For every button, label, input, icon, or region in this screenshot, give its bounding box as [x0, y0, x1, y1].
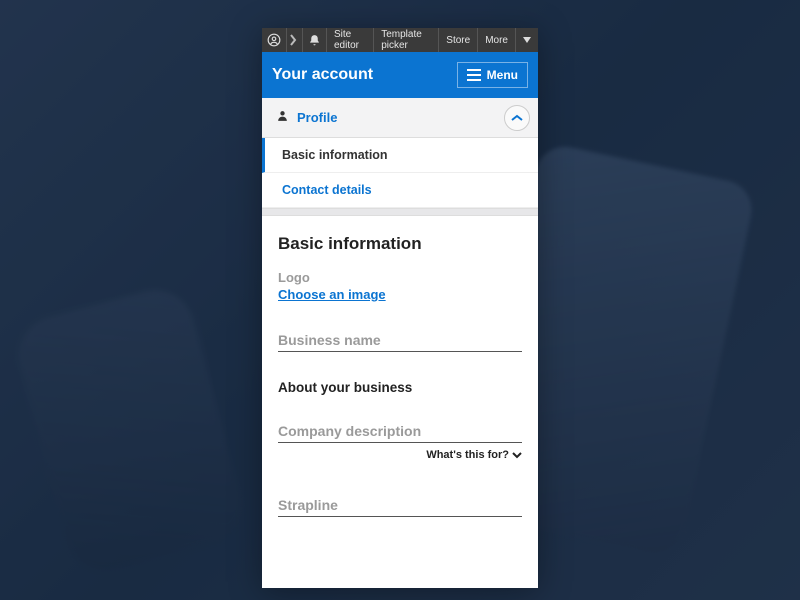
logo-label: Logo [278, 270, 522, 285]
subnav-contact-details[interactable]: Contact details [262, 173, 538, 208]
business-name-input[interactable] [278, 330, 522, 352]
menu-button-label: Menu [487, 68, 518, 82]
subnav-basic-information[interactable]: Basic information [262, 138, 538, 173]
topbar-more[interactable]: More [478, 28, 516, 52]
form-heading: Basic information [278, 234, 522, 254]
topbar-store[interactable]: Store [439, 28, 478, 52]
more-dropdown-caret-icon[interactable] [516, 28, 538, 52]
company-description-input[interactable] [278, 421, 522, 443]
page-title: Your account [272, 66, 373, 84]
topbar-site-editor[interactable]: Site editor [327, 28, 374, 52]
divider [262, 208, 538, 216]
notifications-icon[interactable] [303, 28, 327, 52]
menu-button[interactable]: Menu [457, 62, 528, 88]
choose-image-link[interactable]: Choose an image [278, 287, 386, 302]
section-profile[interactable]: Profile [262, 98, 538, 138]
topbar-template-picker[interactable]: Template picker [374, 28, 439, 52]
person-icon [276, 109, 289, 127]
whats-this-label: What's this for? [426, 449, 509, 461]
about-heading: About your business [278, 380, 522, 395]
strapline-input[interactable] [278, 495, 522, 517]
account-icon[interactable] [262, 28, 287, 52]
chevron-down-icon [512, 452, 522, 459]
chevron-right-icon [287, 28, 303, 52]
admin-topbar: Site editor Template picker Store More [262, 28, 538, 52]
form-basic-information: Basic information Logo Choose an image A… [262, 216, 538, 588]
section-label: Profile [297, 110, 337, 125]
page-header: Your account Menu [262, 52, 538, 98]
subnav: Basic information Contact details [262, 138, 538, 208]
whats-this-toggle[interactable]: What's this for? [278, 449, 522, 461]
collapse-button[interactable] [504, 105, 530, 131]
mobile-viewport: Site editor Template picker Store More Y… [262, 28, 538, 588]
